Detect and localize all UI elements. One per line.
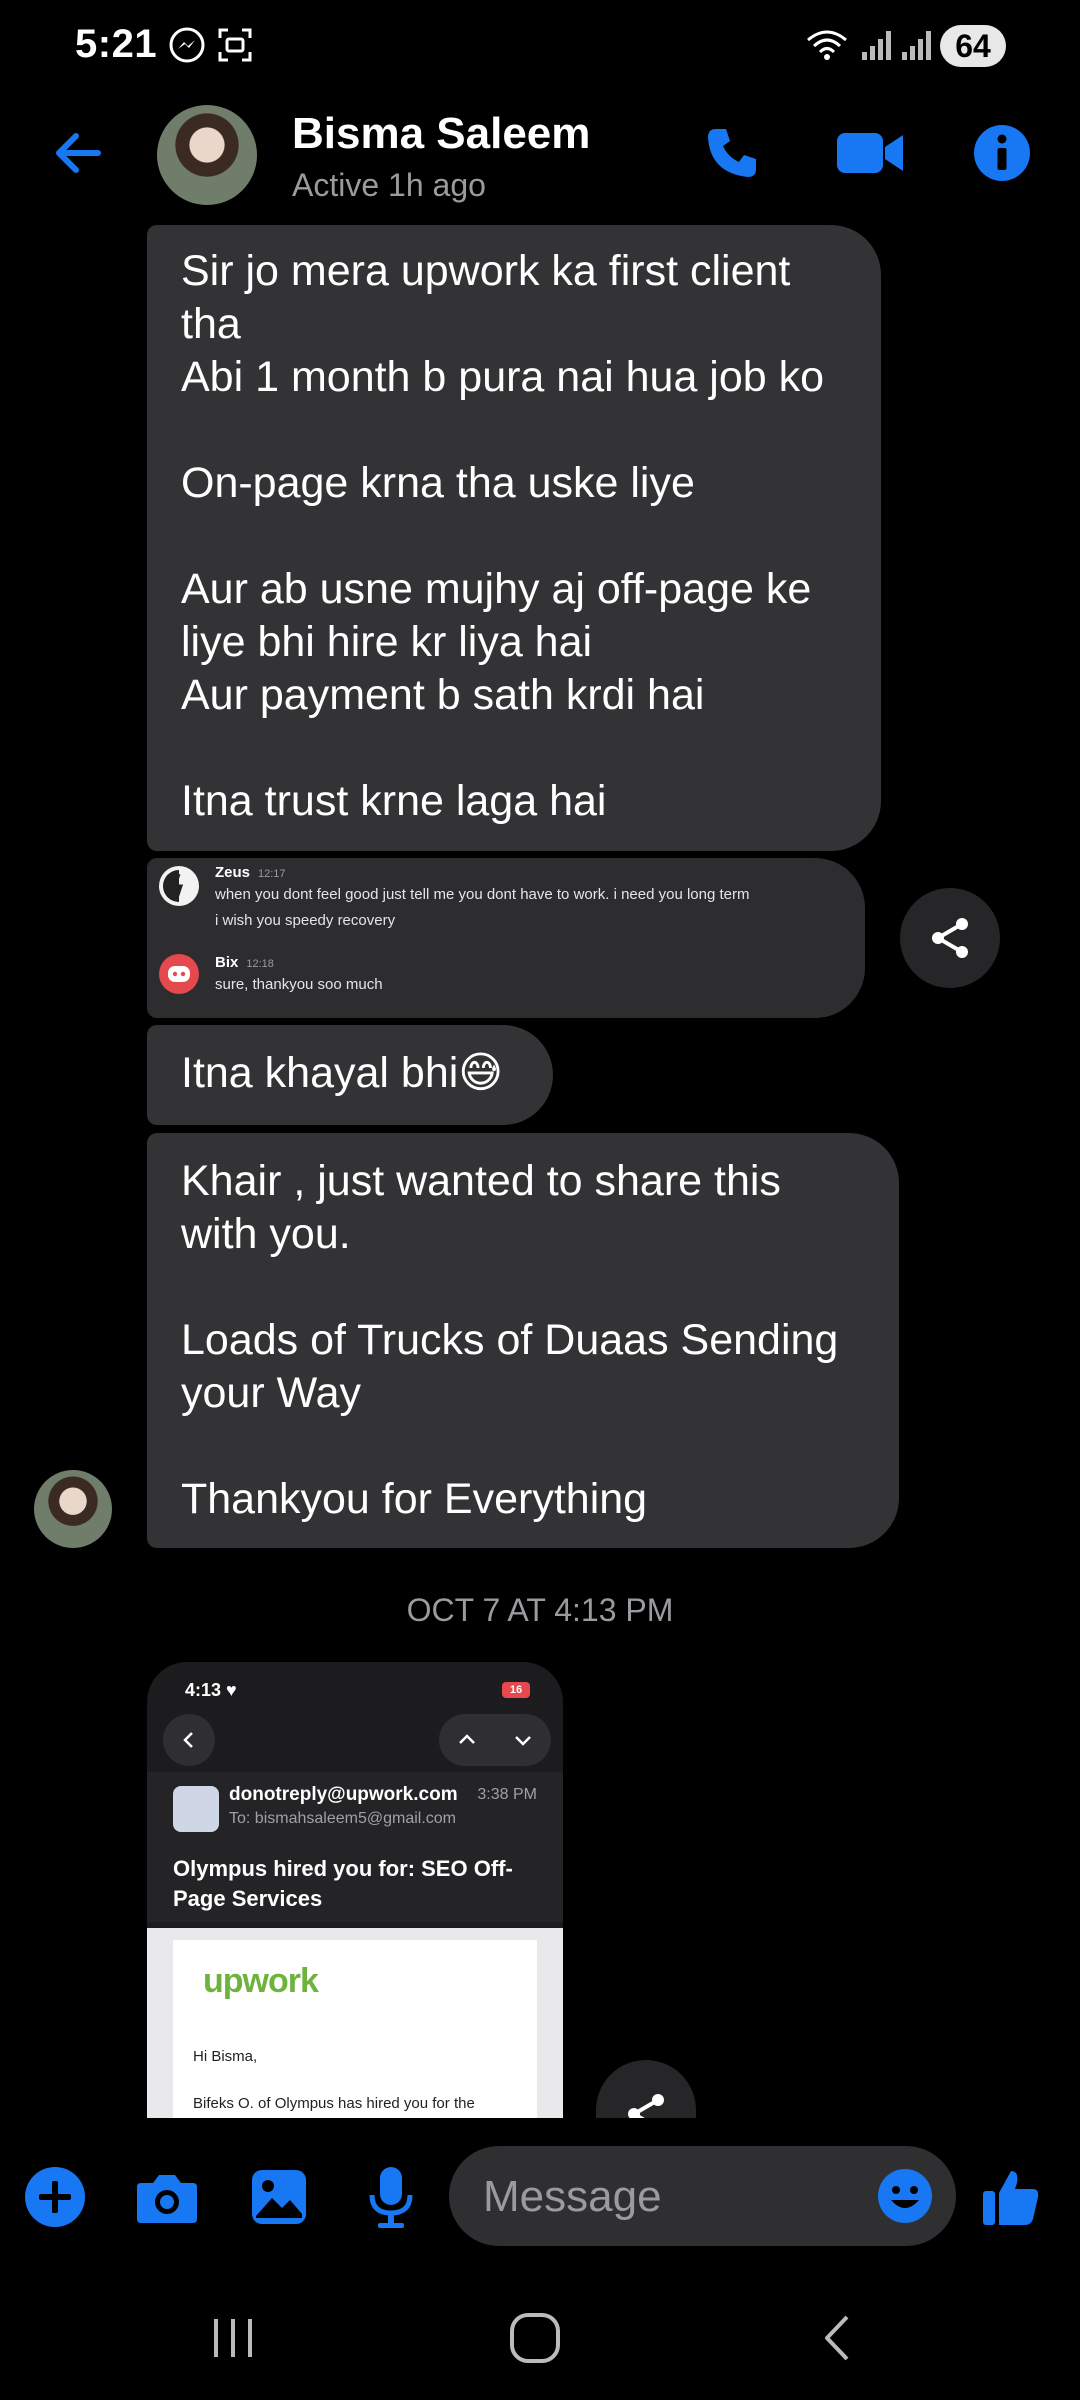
camera-button[interactable]: [134, 2164, 200, 2230]
share-button[interactable]: [900, 888, 1000, 988]
message-bubble[interactable]: Khair , just wanted to share this with y…: [147, 1133, 899, 1548]
discord-screenshot-image[interactable]: Zeus 12:17 when you dont feel good just t…: [147, 858, 865, 1018]
more-actions-button[interactable]: [22, 2164, 88, 2230]
system-navigation-bar: [0, 2290, 1080, 2380]
video-call-button[interactable]: [828, 115, 912, 191]
image-icon: [252, 2170, 306, 2224]
email-header: donotreply@upwork.com 3:38 PM To: bismah…: [147, 1772, 563, 1922]
voice-message-button[interactable]: [358, 2164, 424, 2230]
emoji-icon[interactable]: [877, 2168, 933, 2224]
message-composer: Message: [0, 2140, 1080, 2250]
home-icon: [510, 2313, 560, 2363]
home-button[interactable]: [500, 2308, 570, 2368]
status-time: 5:21: [75, 22, 158, 66]
screenshot-status-time: 4:13 ♥: [185, 1680, 237, 1700]
zeus-avatar: [159, 866, 199, 906]
contact-name[interactable]: Bisma Saleem: [292, 109, 590, 159]
message-bubble[interactable]: Sir jo mera upwork ka first client tha A…: [147, 225, 881, 851]
share-icon: [628, 2094, 664, 2118]
back-arrow-icon: [56, 133, 101, 173]
recent-apps-button[interactable]: [198, 2308, 268, 2368]
message-bubble[interactable]: Itna khayal bhi😅: [147, 1025, 553, 1125]
microphone-icon: [369, 2167, 413, 2228]
upwork-logo: upwork: [203, 1962, 319, 2000]
email-card: upwork Hi Bisma, Bifeks O. of Olympus ha…: [173, 1940, 537, 2118]
email-from: donotreply@upwork.com: [229, 1784, 458, 1805]
email-to: To: bismahsaleem5@gmail.com: [229, 1810, 456, 1827]
screenshot-notification-icon: [218, 28, 252, 62]
messenger-notification-icon: [169, 27, 205, 63]
email-subject: Olympus hired you for: SEO Off-Page Serv…: [173, 1856, 513, 1911]
like-button[interactable]: [978, 2164, 1044, 2230]
back-button[interactable]: [40, 115, 116, 191]
battery-indicator: 64: [940, 25, 1006, 67]
status-bar: 5:21 64: [0, 0, 1080, 92]
email-screenshot-image[interactable]: 4:13 ♥ 16 donotreply@upwork.com 3:38 PM …: [147, 1662, 563, 2118]
recents-icon: [214, 2319, 252, 2357]
signal-2-icon: [902, 31, 931, 60]
contact-active-status: Active 1h ago: [292, 167, 486, 203]
message-placeholder: Message: [483, 2172, 662, 2221]
screenshot-up-down-icon: [439, 1714, 551, 1766]
screenshot-back-icon: [163, 1714, 215, 1766]
share-icon: [932, 918, 968, 958]
discord-author: Bix 12:18: [215, 954, 274, 971]
back-chevron-icon: [825, 2315, 849, 2361]
video-camera-icon: [837, 133, 903, 173]
thumbs-up-icon: [983, 2171, 1039, 2225]
camera-icon: [137, 2175, 197, 2223]
sender-avatar[interactable]: [34, 1470, 112, 1548]
discord-message: i wish you speedy recovery: [215, 912, 396, 929]
wifi-icon: [807, 30, 847, 60]
discord-message: sure, thankyou soo much: [215, 976, 383, 993]
share-button[interactable]: [596, 2060, 696, 2118]
date-separator: OCT 7 AT 4:13 PM: [406, 1592, 674, 1628]
email-body: upwork Hi Bisma, Bifeks O. of Olympus ha…: [147, 1928, 563, 2118]
discord-author: Zeus 12:17: [215, 864, 286, 881]
email-greeting: Hi Bisma,: [193, 2048, 258, 2065]
conversation-info-button[interactable]: [964, 115, 1040, 191]
contact-avatar[interactable]: [157, 105, 257, 205]
plus-icon: [25, 2167, 85, 2227]
back-nav-button[interactable]: [802, 2308, 872, 2368]
discord-message: when you dont feel good just tell me you…: [215, 886, 750, 903]
message-input[interactable]: Message: [449, 2146, 956, 2246]
discord-logo-icon: [159, 954, 199, 994]
audio-call-button[interactable]: [694, 115, 770, 191]
conversation-header: Bisma Saleem Active 1h ago: [0, 95, 1080, 220]
email-time: 3:38 PM: [477, 1786, 537, 1803]
email-body-text: Bifeks O. of Olympus has hired you for t…: [193, 2095, 475, 2112]
phone-icon: [708, 129, 756, 177]
mail-sender-icon: [173, 1786, 219, 1832]
gallery-button[interactable]: [246, 2164, 312, 2230]
info-icon: [974, 125, 1030, 181]
signal-icon: [862, 31, 891, 60]
screenshot-battery: 16: [502, 1682, 530, 1698]
